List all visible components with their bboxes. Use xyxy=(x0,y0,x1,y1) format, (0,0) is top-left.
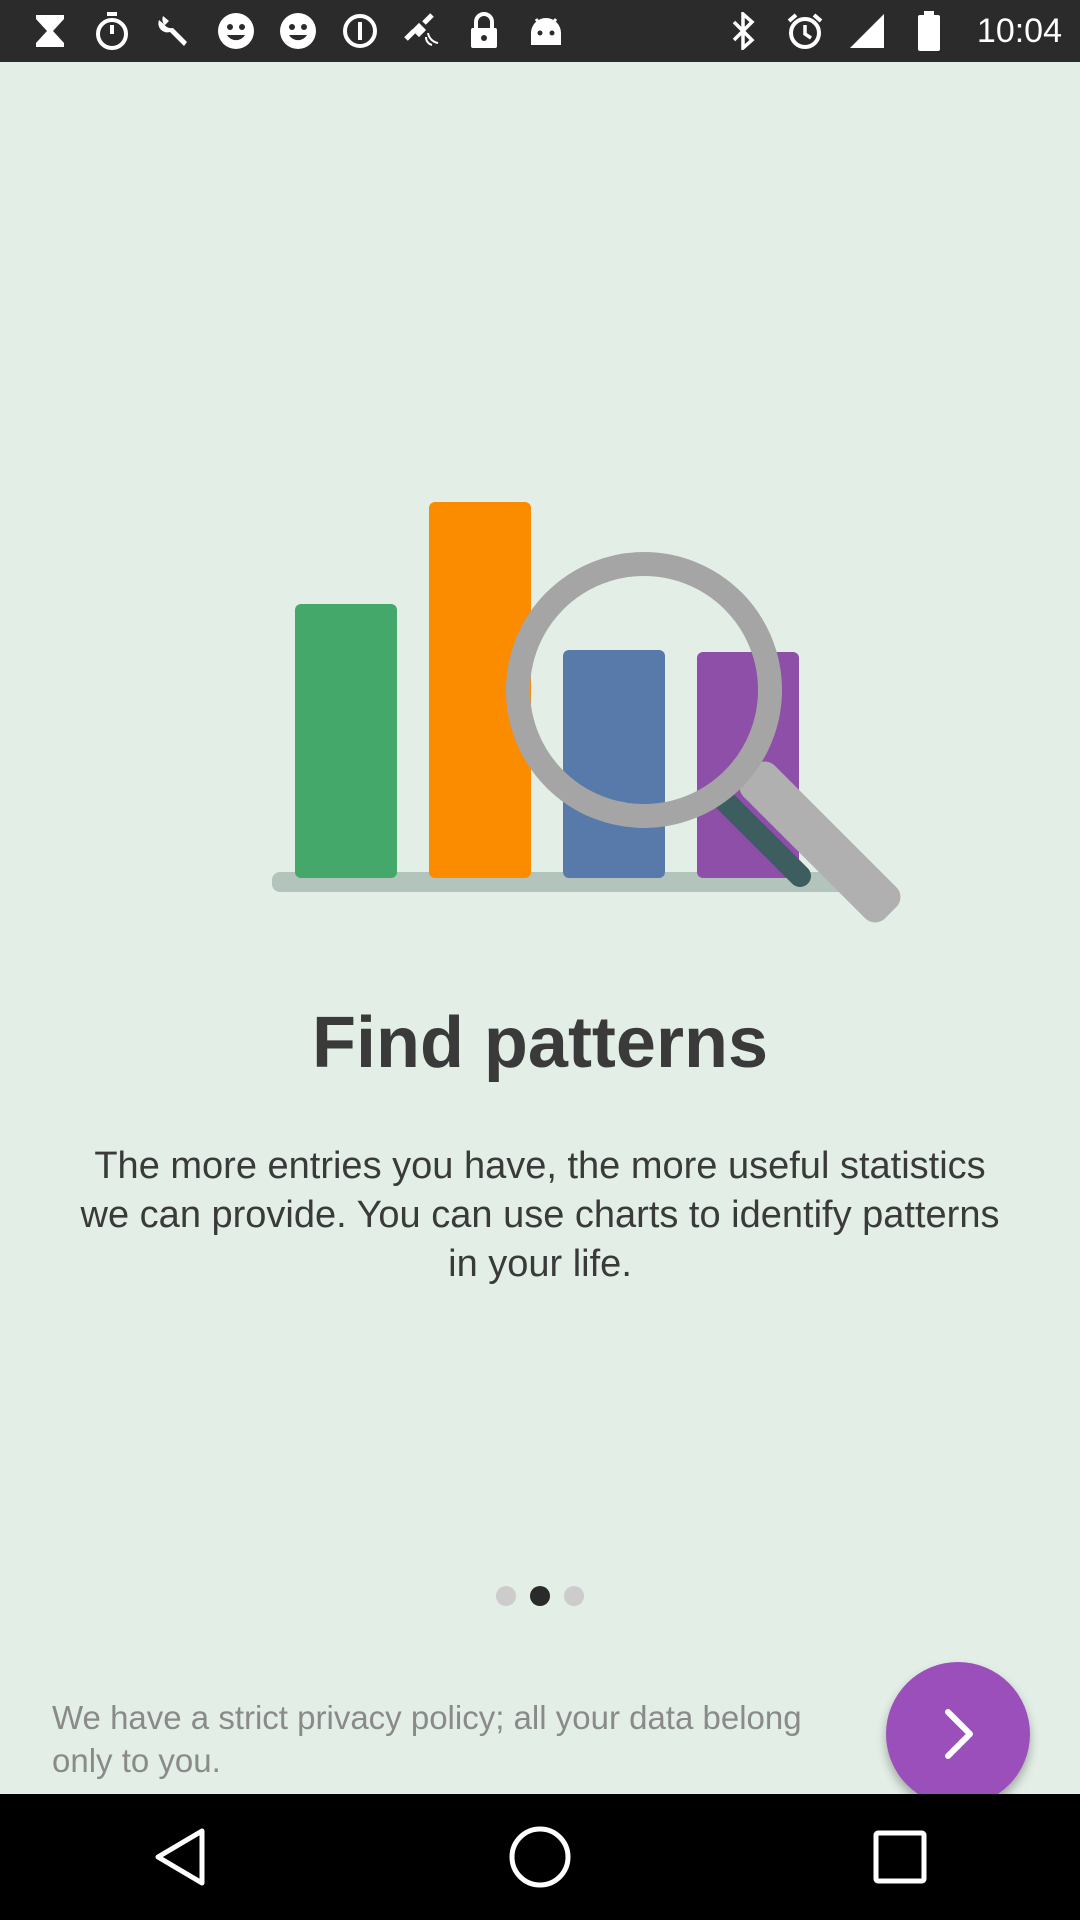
back-button[interactable] xyxy=(135,1812,225,1902)
page-dot-3 xyxy=(564,1586,584,1606)
illustration-bar-green xyxy=(295,604,397,878)
battery-icon xyxy=(909,11,949,51)
illustration-bar-blue xyxy=(563,650,665,878)
info-icon xyxy=(340,11,380,51)
lock-icon xyxy=(464,11,504,51)
wrench-icon xyxy=(154,11,194,51)
home-button[interactable] xyxy=(495,1812,585,1902)
smiley-icon xyxy=(216,11,256,51)
page-title: Find patterns xyxy=(311,1003,768,1083)
clock-time: 10:04 xyxy=(976,11,1062,50)
smiley-icon xyxy=(278,11,318,51)
home-icon xyxy=(509,1826,571,1888)
page-indicator xyxy=(0,1586,1080,1606)
page-dot-2-active xyxy=(530,1586,550,1606)
navigation-bar xyxy=(0,1794,1080,1920)
recents-icon xyxy=(873,1830,927,1884)
status-bar: 10:04 xyxy=(0,0,1080,62)
notification-icons xyxy=(30,11,566,51)
recents-button[interactable] xyxy=(855,1812,945,1902)
bluetooth-icon xyxy=(723,11,763,51)
system-status-icons: 10:04 xyxy=(723,11,1062,51)
chart-magnifier-illustration xyxy=(272,502,901,923)
page-description: The more entries you have, the more usef… xyxy=(80,1145,1000,1285)
stopwatch-icon xyxy=(92,11,132,51)
chevron-right-icon xyxy=(945,1709,973,1759)
hourglass-icon xyxy=(30,11,70,51)
back-icon xyxy=(155,1828,205,1886)
android-icon xyxy=(526,11,566,51)
onboarding-screen: Find patterns The more entries you have,… xyxy=(0,62,1080,1806)
page-dot-1 xyxy=(496,1586,516,1606)
next-button[interactable] xyxy=(886,1662,1030,1806)
signal-icon xyxy=(847,11,887,51)
fake-gps-satellite-icon xyxy=(402,11,442,51)
alarm-icon xyxy=(785,11,825,51)
privacy-note: We have a strict privacy policy; all you… xyxy=(52,1699,802,1779)
